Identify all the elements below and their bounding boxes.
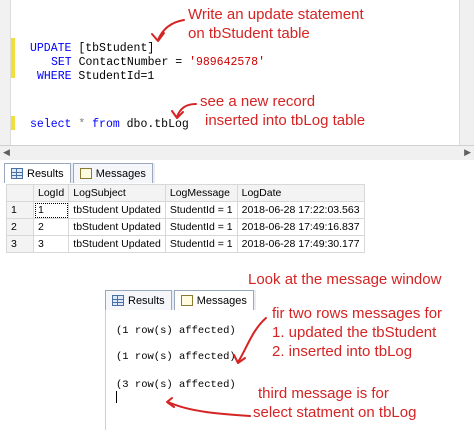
tab-results[interactable]: Results: [105, 290, 172, 310]
change-indicator: [11, 38, 15, 78]
message-icon: [180, 295, 193, 306]
messages-panel: (1 row(s) affected) (1 row(s) affected) …: [105, 310, 244, 430]
cell-logdate[interactable]: 2018-06-28 17:49:16.837: [236, 218, 365, 236]
column-header[interactable]: LogSubject: [68, 184, 166, 202]
grid-header-row: LogId LogSubject LogMessage LogDate: [6, 184, 365, 202]
code-line-update: UPDATE [tbStudent]: [30, 42, 155, 55]
editor-gutter: [0, 0, 11, 145]
cell-logmessage[interactable]: StudentId = 1: [164, 218, 238, 236]
tab-results[interactable]: Results: [4, 163, 71, 183]
messages-tab-bar: Results Messages: [105, 290, 256, 310]
code-line-select: select * from dbo.tbLog: [30, 118, 189, 131]
code-line-where: WHERE StudentId=1: [37, 70, 155, 83]
cell-logid[interactable]: 3: [32, 235, 70, 253]
cell-logid[interactable]: 2: [32, 218, 70, 236]
row-number[interactable]: 1: [6, 201, 34, 219]
cell-logdate[interactable]: 2018-06-28 17:49:30.177: [236, 235, 365, 253]
annotation-two-rows-line2: 1. updated the tbStudent: [272, 324, 437, 341]
grid-icon: [112, 295, 124, 306]
scroll-left-icon[interactable]: ◀: [3, 147, 10, 158]
cell-logsubject[interactable]: tbStudent Updated: [68, 235, 166, 253]
message-line: (3 row(s) affected): [116, 379, 236, 391]
change-indicator: [11, 116, 15, 130]
tab-messages[interactable]: Messages: [72, 163, 153, 183]
tab-messages-label: Messages: [196, 294, 247, 307]
scroll-right-icon[interactable]: ▶: [464, 147, 471, 158]
cell-logsubject[interactable]: tbStudent Updated: [68, 218, 166, 236]
editor-horizontal-scrollbar[interactable]: ◀ ▶: [0, 145, 474, 161]
message-line: (1 row(s) affected): [116, 325, 236, 337]
tab-messages[interactable]: Messages: [173, 290, 254, 310]
results-tab-bar: Results Messages: [4, 163, 155, 183]
annotation-select-line2: inserted into tbLog table: [205, 112, 366, 129]
grid-icon: [11, 168, 23, 179]
table-row: 3 3 tbStudent Updated StudentId = 1 2018…: [6, 235, 365, 253]
annotation-select-line1: see a new record: [200, 93, 316, 110]
column-header[interactable]: LogMessage: [164, 184, 238, 202]
tab-messages-label: Messages: [95, 167, 146, 180]
row-number[interactable]: 2: [6, 218, 34, 236]
annotation-third-line2: select statment on tbLog: [253, 404, 417, 421]
message-line: (1 row(s) affected): [116, 351, 236, 363]
annotation-update-line2: on tbStudent table: [188, 25, 310, 42]
grid-corner[interactable]: [6, 184, 34, 202]
cell-logsubject[interactable]: tbStudent Updated: [68, 201, 166, 219]
cell-logdate[interactable]: 2018-06-28 17:22:03.563: [236, 201, 365, 219]
cell-logid[interactable]: 1: [32, 201, 70, 219]
table-row: 1 1 tbStudent Updated StudentId = 1 2018…: [6, 201, 365, 219]
tab-results-label: Results: [128, 294, 165, 307]
results-pane: Results Messages LogId LogSubject LogMes…: [0, 160, 474, 260]
annotation-two-rows-line1: fir two rows messages for: [272, 305, 443, 322]
annotation-update-line1: Write an update statement: [188, 6, 364, 23]
table-row: 2 2 tbStudent Updated StudentId = 1 2018…: [6, 218, 365, 236]
annotation-look-message: Look at the message window: [248, 271, 442, 288]
results-grid: LogId LogSubject LogMessage LogDate 1 1 …: [6, 184, 365, 253]
cell-logmessage[interactable]: StudentId = 1: [164, 201, 238, 219]
editor-vertical-scrollbar[interactable]: [459, 0, 474, 145]
row-number[interactable]: 3: [6, 235, 34, 253]
cell-logmessage[interactable]: StudentId = 1: [164, 235, 238, 253]
text-cursor: [116, 391, 117, 403]
message-icon: [79, 168, 92, 179]
annotation-third-line1: third message is for: [258, 385, 389, 402]
annotation-two-rows-line3: 2. inserted into tbLog: [272, 343, 413, 360]
column-header[interactable]: LogDate: [236, 184, 365, 202]
tab-results-label: Results: [27, 167, 64, 180]
column-header[interactable]: LogId: [32, 184, 70, 202]
code-line-set: SET ContactNumber = '989642578': [51, 56, 265, 69]
